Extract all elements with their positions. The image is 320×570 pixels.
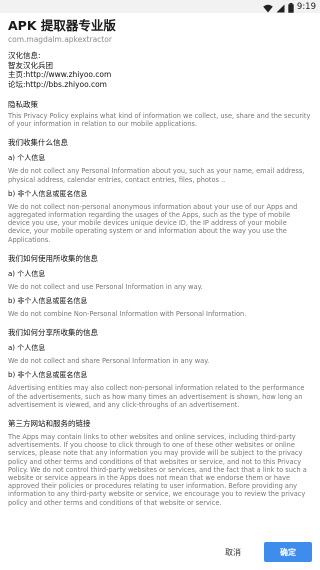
status-time: 9:19	[296, 2, 316, 12]
use-nonpersonal-text: We do not combine Non-Personal Informati…	[8, 310, 247, 319]
battery-icon	[288, 0, 294, 17]
scroll-fade	[0, 520, 320, 534]
section-third-party-title: 第三方网站和服务的链接	[8, 419, 91, 429]
share-personal-text: We do not collect and share Personal Inf…	[8, 357, 210, 366]
signal-icon	[276, 0, 285, 17]
section-use-title: 我们如何使用所收集的信息	[8, 253, 98, 263]
dialog-content[interactable]: APK 提取器专业版 com.magdalm.apkextractor 汉化信息…	[8, 18, 312, 507]
status-bar: 9:19	[0, 0, 320, 13]
package-name: com.magdalm.apkextractor	[8, 35, 112, 44]
collect-nonpersonal-text: We do not collect non-personal anonymous…	[8, 202, 298, 244]
use-personal-title: a) 个人信息	[8, 269, 46, 278]
localization-info: 汉化信息: 智友汉化兵团 主页:http://www.zhiyoo.com 论坛…	[8, 51, 312, 89]
share-nonpersonal-title: b) 非个人信息或匿名信息	[8, 371, 88, 380]
collect-personal-title: a) 个人信息	[8, 154, 46, 163]
localization-line: 论坛:http://bbs.zhiyoo.com	[8, 79, 107, 89]
localization-line: 主页:http://www.zhiyoo.com	[8, 70, 112, 79]
ok-button[interactable]: 确定	[264, 542, 312, 562]
wifi-icon	[263, 0, 273, 17]
use-nonpersonal-title: b) 非个人信息或匿名信息	[8, 297, 88, 306]
privacy-heading: 隐私政策	[8, 100, 38, 109]
third-party-text: The Apps may contain links to other webs…	[8, 433, 307, 507]
localization-line: 汉化信息:	[8, 51, 41, 60]
app-title: APK 提取器专业版	[8, 18, 116, 33]
section-collect-title: 我们收集什么信息	[8, 138, 68, 148]
localization-line: 智友汉化兵团	[8, 60, 53, 70]
use-personal-text: We do not collect and use Personal Infor…	[8, 282, 203, 291]
section-share-title: 我们如何分享所收集的信息	[8, 328, 98, 338]
cancel-button[interactable]: 取消	[212, 542, 254, 562]
collect-personal-text: We do not collect any Personal Informati…	[8, 167, 305, 184]
dialog-footer: 取消 确定	[0, 534, 320, 570]
share-nonpersonal-text: Advertising entities may also collect no…	[8, 384, 305, 409]
share-personal-title: a) 个人信息	[8, 344, 46, 353]
privacy-intro: This Privacy Policy explains what kind o…	[8, 112, 311, 129]
collect-nonpersonal-title: b) 非个人信息或匿名信息	[8, 189, 88, 198]
